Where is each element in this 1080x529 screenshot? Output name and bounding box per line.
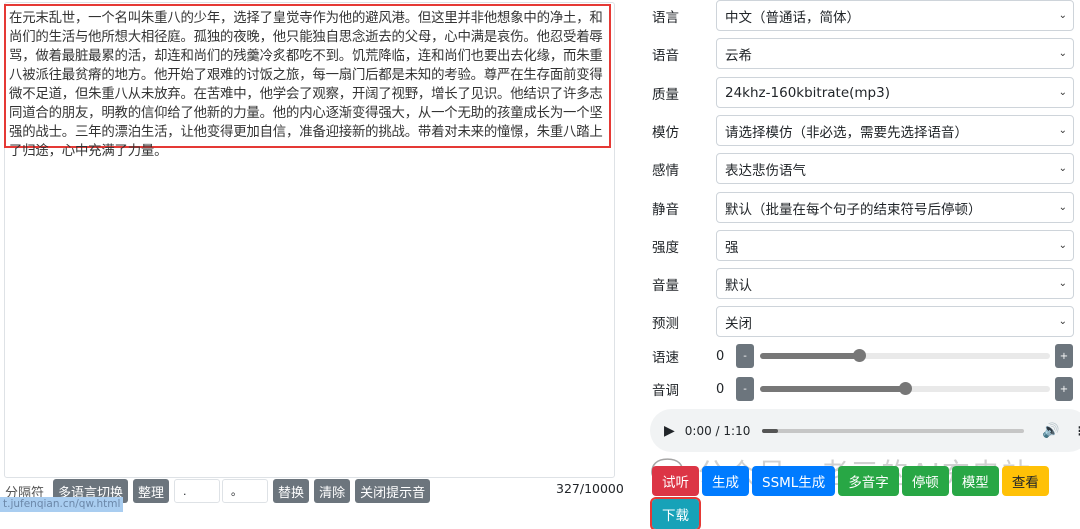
chevron-down-icon: ⌄ <box>1058 316 1067 327</box>
setting-label: 质量 <box>652 86 679 103</box>
text-content[interactable]: 在元末乱世，一个名叫朱重八的少年，选择了皇觉寺作为他的避风港。但这里并非他想象中… <box>4 4 611 159</box>
increase-button[interactable]: + <box>1055 377 1073 401</box>
chevron-down-icon: ⌄ <box>1058 278 1067 289</box>
replace-button[interactable]: 替换 <box>273 479 310 503</box>
setting-label: 模仿 <box>652 124 679 141</box>
action-button-0[interactable]: 试听 <box>652 466 699 496</box>
setting-row: 语言 中文（普通话，简体） ⌄ <box>652 0 1077 31</box>
setting-select[interactable]: 请选择模仿（非必选，需要先选择语音） ⌄ <box>716 115 1074 146</box>
action-button-7[interactable]: 下载 <box>650 497 701 529</box>
setting-row: 模仿 请选择模仿（非必选，需要先选择语音） ⌄ <box>652 115 1077 146</box>
setting-select[interactable]: 中文（普通话，简体） ⌄ <box>716 0 1074 31</box>
setting-select[interactable]: 云希 ⌄ <box>716 38 1074 69</box>
setting-select[interactable]: 表达悲伤语气 ⌄ <box>716 153 1074 184</box>
select-value: 默认 <box>725 277 752 294</box>
setting-row: 预测 关闭 ⌄ <box>652 306 1077 337</box>
setting-label: 音量 <box>652 277 679 294</box>
action-button-1[interactable]: 生成 <box>702 466 749 496</box>
slider-track[interactable] <box>760 349 1050 362</box>
chevron-down-icon: ⌄ <box>1058 163 1067 174</box>
chevron-down-icon: ⌄ <box>1058 48 1067 59</box>
slider-track[interactable] <box>760 382 1050 395</box>
setting-row: 感情 表达悲伤语气 ⌄ <box>652 153 1077 184</box>
select-value: 表达悲伤语气 <box>725 162 806 179</box>
setting-row: 静音 默认（批量在每个句子的结束符号后停顿） ⌄ <box>652 192 1077 223</box>
audio-time: 0:00 / 1:10 <box>684 423 751 438</box>
setting-row: 语音 云希 ⌄ <box>652 38 1077 69</box>
setting-select[interactable]: 默认（批量在每个句子的结束符号后停顿） ⌄ <box>716 192 1074 223</box>
setting-select[interactable]: 默认 ⌄ <box>716 268 1074 299</box>
slider-thumb[interactable] <box>899 382 912 395</box>
decrease-button[interactable]: - <box>736 377 754 401</box>
action-button-2[interactable]: SSML生成 <box>752 466 836 496</box>
select-value: 强 <box>725 239 739 256</box>
select-value: 关闭 <box>725 315 752 332</box>
setting-row: 音量 默认 ⌄ <box>652 268 1077 299</box>
play-icon[interactable]: ▶ <box>664 423 675 439</box>
setting-select[interactable]: 关闭 ⌄ <box>716 306 1074 337</box>
replace-input[interactable]: 。 <box>222 479 269 503</box>
setting-label: 语音 <box>652 47 679 64</box>
slider-label: 语速 <box>652 350 679 366</box>
clear-button[interactable]: 清除 <box>314 479 351 503</box>
select-value: 默认（批量在每个句子的结束符号后停顿） <box>725 201 982 218</box>
slider-row: 音调 0 - + <box>652 377 1077 401</box>
action-button-6[interactable]: 查看 <box>1001 466 1049 496</box>
close-tip-button[interactable]: 关闭提示音 <box>355 479 431 503</box>
slider-thumb[interactable] <box>852 349 866 362</box>
chevron-down-icon: ⌄ <box>1058 202 1067 213</box>
action-button-4[interactable]: 停顿 <box>901 466 949 496</box>
setting-select[interactable]: 强 ⌄ <box>716 230 1074 261</box>
volume-icon[interactable]: 🔊 <box>1042 423 1059 439</box>
action-button-5[interactable]: 模型 <box>951 466 999 496</box>
setting-row: 质量 24khz-160kbitrate(mp3) ⌄ <box>652 77 1077 108</box>
select-value: 中文（普通话，简体） <box>725 9 860 26</box>
audio-player[interactable]: ▶ 0:00 / 1:10 🔊 ⋮ <box>650 409 1080 452</box>
chevron-down-icon: ⌄ <box>1058 87 1067 98</box>
slider-value: 0 <box>716 381 725 397</box>
chevron-down-icon: ⌄ <box>1058 240 1067 251</box>
select-value: 云希 <box>725 47 752 64</box>
setting-label: 静音 <box>652 201 679 218</box>
setting-label: 预测 <box>652 315 679 332</box>
slider-value: 0 <box>716 348 725 364</box>
setting-label: 感情 <box>652 162 679 179</box>
setting-label: 强度 <box>652 239 679 256</box>
chevron-down-icon: ⌄ <box>1058 10 1067 21</box>
status-url: t.jufenqian.cn/qw.html <box>0 497 124 512</box>
select-value: 请选择模仿（非必选，需要先选择语音） <box>725 124 968 141</box>
more-options-icon[interactable]: ⋮ <box>1074 424 1080 438</box>
setting-label: 语言 <box>652 9 679 26</box>
action-button-3[interactable]: 多音字 <box>838 466 899 496</box>
find-input[interactable]: . <box>174 479 221 503</box>
increase-button[interactable]: + <box>1055 344 1073 368</box>
tidy-button[interactable]: 整理 <box>133 479 170 503</box>
slider-row: 语速 0 - + <box>652 344 1077 368</box>
slider-label: 音调 <box>652 383 679 399</box>
chevron-down-icon: ⌄ <box>1058 125 1067 136</box>
char-count: 327/10000 <box>556 481 624 496</box>
decrease-button[interactable]: - <box>736 344 754 368</box>
audio-seek-bar[interactable] <box>762 428 1025 433</box>
setting-select[interactable]: 24khz-160kbitrate(mp3) ⌄ <box>716 77 1074 108</box>
select-value: 24khz-160kbitrate(mp3) <box>725 84 890 101</box>
setting-row: 强度 强 ⌄ <box>652 230 1077 261</box>
